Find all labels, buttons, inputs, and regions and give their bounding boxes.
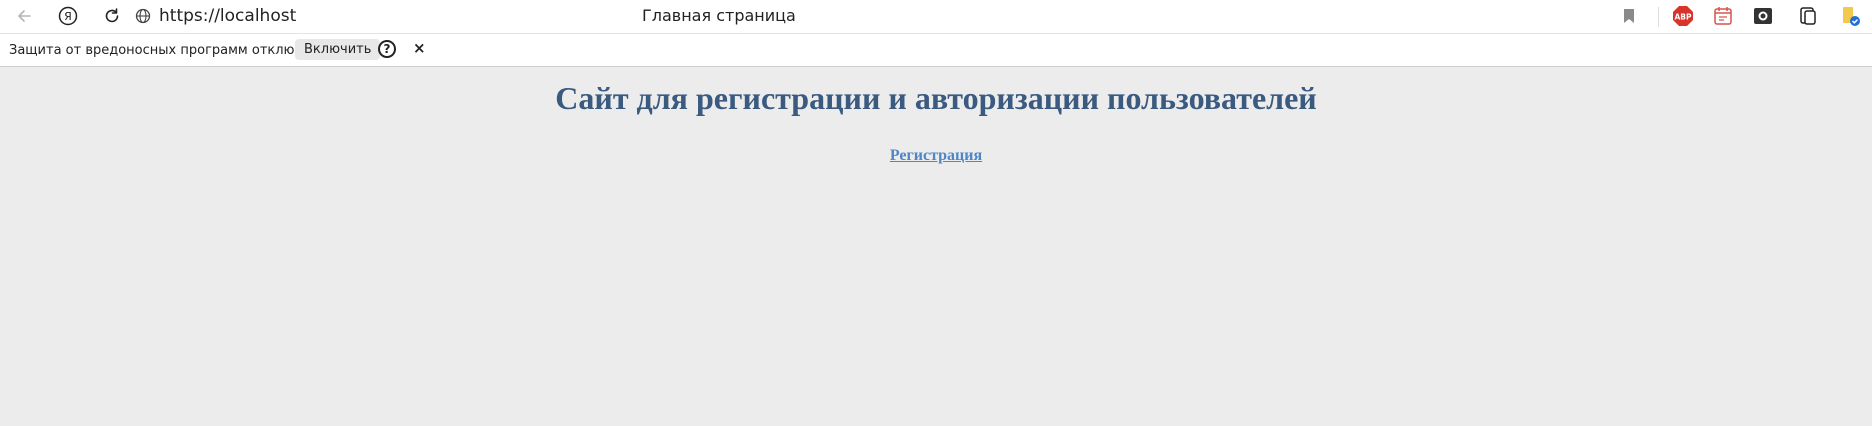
infobar-message: Защита от вредоносных программ отключена	[9, 43, 327, 58]
downloads-button[interactable]	[1838, 4, 1862, 28]
svg-text:Я: Я	[64, 10, 72, 23]
page-heading: Сайт для регистрации и авторизации польз…	[555, 80, 1317, 116]
back-arrow-icon	[18, 10, 31, 22]
bookmark-icon	[1624, 9, 1634, 23]
collections-icon	[1800, 7, 1816, 25]
help-icon[interactable]: ?	[378, 40, 396, 58]
register-link[interactable]: Регистрация	[890, 147, 982, 165]
camera-icon	[1754, 8, 1772, 24]
screenshot-extension[interactable]	[1751, 4, 1775, 28]
globe-icon	[135, 8, 151, 24]
reload-button[interactable]	[98, 3, 126, 29]
collections-button[interactable]	[1796, 4, 1820, 28]
page-content: Сайт для регистрации и авторизации польз…	[0, 67, 1872, 426]
folder-check-icon	[1843, 7, 1860, 26]
toolbar-divider	[1658, 7, 1659, 27]
site-info-button[interactable]	[129, 3, 157, 29]
enable-protection-button[interactable]: Включить	[295, 39, 381, 60]
browser-toolbar: Я https://localhost Главная страница ABP	[0, 0, 1872, 34]
adblock-extension[interactable]: ABP	[1671, 4, 1695, 28]
adblock-icon: ABP	[1673, 6, 1693, 26]
calendar-extension[interactable]	[1711, 4, 1735, 28]
yandex-button[interactable]: Я	[54, 3, 82, 29]
back-button[interactable]	[10, 3, 38, 29]
svg-text:ABP: ABP	[1674, 13, 1692, 22]
bookmark-button[interactable]	[1617, 4, 1641, 28]
close-icon[interactable]: ×	[413, 39, 426, 57]
page-title: Главная страница	[642, 6, 796, 25]
address-bar[interactable]: https://localhost	[159, 6, 296, 26]
malware-protection-infobar: Защита от вредоносных программ отключена…	[0, 34, 1872, 67]
yandex-icon: Я	[58, 6, 78, 26]
reload-icon	[105, 8, 119, 23]
calendar-icon	[1714, 7, 1732, 25]
